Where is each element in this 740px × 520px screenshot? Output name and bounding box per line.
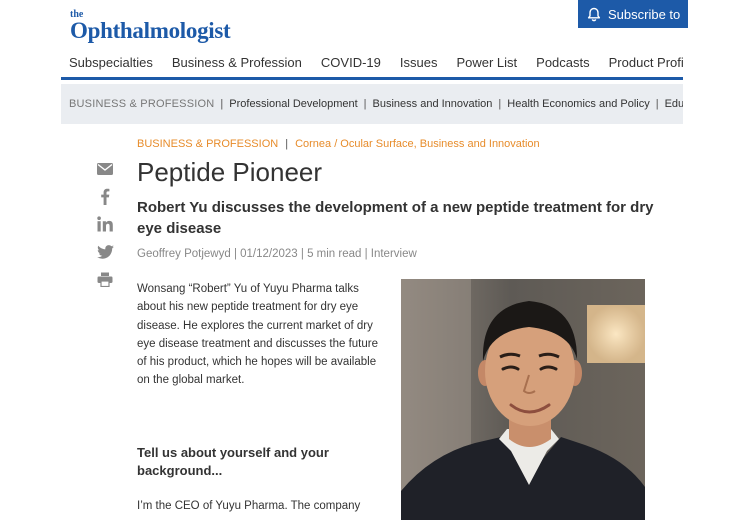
facebook-share-button[interactable] [96, 187, 114, 205]
email-icon [97, 163, 113, 175]
article-category[interactable]: BUSINESS & PROFESSION [137, 138, 278, 150]
site-logo[interactable]: the Ophthalmologist [70, 10, 231, 43]
linkedin-icon [97, 216, 113, 232]
subnav-link-business-innovation[interactable]: Business and Innovation [373, 98, 493, 110]
subscribe-label: Subscribe to [608, 6, 681, 22]
article-category-line: BUSINESS & PROFESSION | Cornea / Ocular Su… [137, 138, 540, 150]
subnav-link-education[interactable]: Educa [665, 98, 683, 110]
article-intro: Wonsang “Robert” Yu of Yuyu Pharma talks… [137, 283, 379, 387]
subnav-section[interactable]: BUSINESS & PROFESSION [69, 98, 214, 110]
sub-nav: BUSINESS & PROFESSION | Professional Dev… [61, 84, 683, 124]
subscribe-button[interactable]: Subscribe to [578, 0, 688, 28]
interview-answer: I’m the CEO of Yuyu Pharma. The company [137, 500, 361, 512]
print-icon [97, 272, 113, 287]
nav-item-product-profile[interactable]: Product Profile [609, 48, 683, 77]
subnav-separator: | [220, 98, 224, 110]
portrait-photo [401, 279, 645, 520]
logo-name: Ophthalmologist [70, 18, 231, 43]
subnav-link-health-economics[interactable]: Health Economics and Policy [507, 98, 649, 110]
subnav-link-professional-development[interactable]: Professional Development [229, 98, 357, 110]
nav-item-subspecialties[interactable]: Subspecialties [69, 48, 153, 77]
article-title: Peptide Pioneer [137, 157, 323, 187]
article-meta: Geoffrey Potjewyd | 01/12/2023 | 5 min r… [137, 248, 417, 260]
twitter-icon [96, 245, 114, 259]
nav-item-power-list[interactable]: Power List [456, 48, 517, 77]
nav-item-podcasts[interactable]: Podcasts [536, 48, 589, 77]
linkedin-share-button[interactable] [96, 215, 114, 233]
email-share-button[interactable] [96, 160, 114, 178]
subnav-separator: | [655, 98, 659, 110]
nav-item-issues[interactable]: Issues [400, 48, 438, 77]
bell-icon [587, 7, 601, 21]
article-subtitle: Robert Yu discusses the development of a… [137, 199, 654, 237]
article-tags[interactable]: Cornea / Ocular Surface, Business and In… [295, 138, 540, 150]
main-nav: Subspecialties Business & Profession COVID… [61, 48, 683, 80]
twitter-share-button[interactable] [96, 243, 114, 261]
nav-item-business-profession[interactable]: Business & Profession [172, 48, 302, 77]
facebook-icon [101, 188, 110, 205]
category-separator: | [285, 138, 289, 150]
interview-question: Tell us about yourself and your backgrou… [137, 445, 329, 478]
nav-item-covid-19[interactable]: COVID-19 [321, 48, 381, 77]
print-button[interactable] [96, 270, 114, 288]
subnav-separator: | [363, 98, 367, 110]
subnav-separator: | [498, 98, 502, 110]
